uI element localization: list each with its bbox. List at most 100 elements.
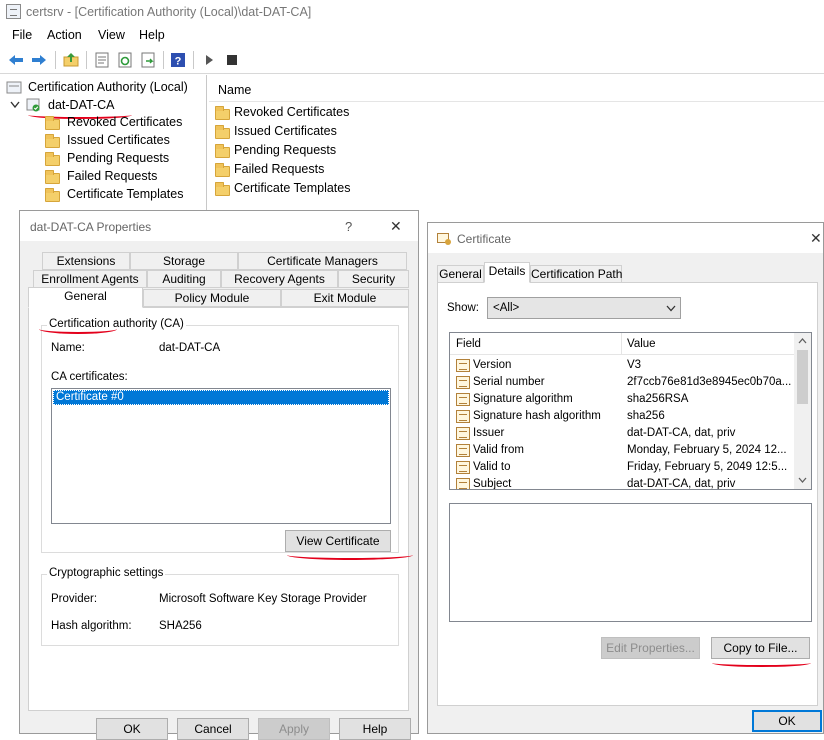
- edit-properties-button[interactable]: Edit Properties...: [601, 637, 700, 659]
- close-icon[interactable]: ✕: [390, 218, 402, 235]
- chevron-down-icon: [666, 305, 676, 312]
- help-button[interactable]: Help: [339, 718, 411, 740]
- chevron-down-icon[interactable]: [10, 101, 20, 109]
- folder-icon: [45, 116, 60, 130]
- red-annotation-underline: [712, 659, 811, 667]
- tab-certification-path[interactable]: Certification Path: [530, 265, 622, 283]
- ok-button[interactable]: OK: [96, 718, 168, 740]
- properties-icon[interactable]: [94, 52, 110, 68]
- folder-icon: [45, 152, 60, 166]
- console-tree: Certification Authority (Local) dat-DAT-…: [0, 75, 207, 215]
- field-name: Serial number: [473, 376, 545, 388]
- tree-label: Certificate Templates: [67, 187, 184, 201]
- list-item-label: Pending Requests: [234, 143, 337, 157]
- column-header-field[interactable]: Field: [456, 338, 481, 350]
- red-annotation-underline: [39, 324, 117, 334]
- view-certificate-button[interactable]: View Certificate: [285, 530, 391, 552]
- certificate-dialog: Certificate ✕ General Details Certificat…: [427, 222, 824, 734]
- field-name: Valid from: [473, 444, 524, 456]
- menu-help[interactable]: Help: [139, 28, 165, 42]
- show-label: Show:: [447, 302, 479, 314]
- show-dropdown-value: <All>: [493, 302, 520, 314]
- menu-action[interactable]: Action: [47, 28, 82, 42]
- fields-list[interactable]: Field Value Version V3 Serial number 2f7cc…: [449, 332, 812, 490]
- scroll-down-icon[interactable]: [798, 477, 807, 483]
- column-header-name[interactable]: Name: [218, 83, 251, 97]
- menu-file[interactable]: File: [12, 28, 32, 42]
- start-service-icon[interactable]: [201, 52, 217, 68]
- tab-details[interactable]: Details: [484, 262, 530, 283]
- list-header: Name: [209, 75, 824, 102]
- help-button-icon[interactable]: ?: [345, 219, 352, 234]
- name-label: Name:: [51, 342, 85, 354]
- certificate-field-icon: [456, 393, 470, 406]
- ca-group-box: Certification authority (CA) Name: dat-D…: [41, 318, 399, 553]
- folder-icon: [45, 170, 60, 184]
- tree-label: Issued Certificates: [67, 133, 170, 147]
- field-name: Valid to: [473, 461, 511, 473]
- field-value: dat-DAT-CA, dat, priv: [627, 478, 736, 490]
- field-detail-textbox[interactable]: [449, 503, 812, 622]
- tab-general[interactable]: General: [28, 287, 143, 308]
- scrollbar-thumb[interactable]: [797, 350, 808, 404]
- ok-button[interactable]: OK: [752, 710, 822, 732]
- name-value: dat-DAT-CA: [159, 342, 221, 354]
- vertical-scrollbar[interactable]: [794, 333, 811, 489]
- hash-algorithm-value: SHA256: [159, 620, 202, 632]
- app-icon: [6, 4, 21, 19]
- tab-certificate-managers[interactable]: Certificate Managers: [238, 252, 407, 270]
- column-divider: [621, 333, 622, 355]
- tab-general[interactable]: General: [437, 265, 484, 283]
- column-header-value[interactable]: Value: [627, 338, 656, 350]
- cancel-button[interactable]: Cancel: [177, 718, 249, 740]
- stop-service-icon[interactable]: [224, 52, 240, 68]
- menu-bar: File Action View Help: [0, 24, 824, 46]
- dialog-title: dat-DAT-CA Properties: [30, 220, 152, 234]
- tree-label: Failed Requests: [67, 169, 158, 183]
- tab-exit-module[interactable]: Exit Module: [281, 289, 409, 307]
- list-item-selected[interactable]: Certificate #0: [53, 390, 389, 405]
- fields-list-header: Field Value: [450, 333, 794, 355]
- scroll-up-icon[interactable]: [798, 338, 807, 344]
- help-icon[interactable]: ?: [170, 52, 186, 68]
- apply-button[interactable]: Apply: [258, 718, 330, 740]
- tab-security[interactable]: Security: [338, 270, 409, 288]
- ca-certificates-list[interactable]: Certificate #0: [51, 388, 391, 524]
- field-value: Friday, February 5, 2049 12:5...: [627, 461, 788, 473]
- field-value: sha256: [627, 410, 665, 422]
- menu-view[interactable]: View: [98, 28, 125, 42]
- tab-page-general: Certification authority (CA) Name: dat-D…: [28, 307, 413, 711]
- field-value: dat-DAT-CA, dat, priv: [627, 427, 736, 439]
- show-dropdown[interactable]: <All>: [487, 297, 681, 319]
- ca-root-icon: [6, 81, 22, 94]
- field-value: Monday, February 5, 2024 12...: [627, 444, 787, 456]
- folder-icon: [45, 188, 60, 202]
- close-icon[interactable]: ✕: [810, 230, 822, 247]
- red-annotation-underline: [287, 550, 413, 560]
- window-title: certsrv - [Certification Authority (Loca…: [26, 5, 312, 19]
- hash-algorithm-label: Hash algorithm:: [51, 620, 132, 632]
- title-bar: certsrv - [Certification Authority (Loca…: [0, 0, 824, 24]
- crypto-group-box: Cryptographic settings Provider: Microso…: [41, 567, 399, 646]
- folder-icon: [215, 125, 230, 139]
- up-folder-icon[interactable]: [63, 52, 79, 68]
- tab-auditing[interactable]: Auditing: [147, 270, 221, 288]
- tab-enrollment-agents[interactable]: Enrollment Agents: [33, 270, 147, 288]
- back-arrow-icon[interactable]: [8, 52, 24, 68]
- folder-icon: [45, 134, 60, 148]
- export-list-icon[interactable]: [140, 52, 156, 68]
- tree-label: Pending Requests: [67, 151, 170, 165]
- tab-policy-module[interactable]: Policy Module: [143, 289, 281, 307]
- tab-recovery-agents[interactable]: Recovery Agents: [221, 270, 338, 288]
- copy-to-file-button[interactable]: Copy to File...: [711, 637, 810, 659]
- dialog-title-bar: dat-DAT-CA Properties ? ✕: [20, 211, 418, 241]
- tab-storage[interactable]: Storage: [130, 252, 238, 270]
- forward-arrow-icon[interactable]: [31, 52, 47, 68]
- svg-text:?: ?: [175, 56, 182, 68]
- dialog-title-bar: Certificate ✕: [428, 223, 823, 253]
- ca-properties-dialog: dat-DAT-CA Properties ? ✕ Extensions Sto…: [19, 210, 419, 740]
- refresh-icon[interactable]: [117, 52, 133, 68]
- field-name: Signature algorithm: [473, 393, 573, 405]
- dialog-title: Certificate: [457, 232, 512, 246]
- tab-extensions[interactable]: Extensions: [42, 252, 130, 270]
